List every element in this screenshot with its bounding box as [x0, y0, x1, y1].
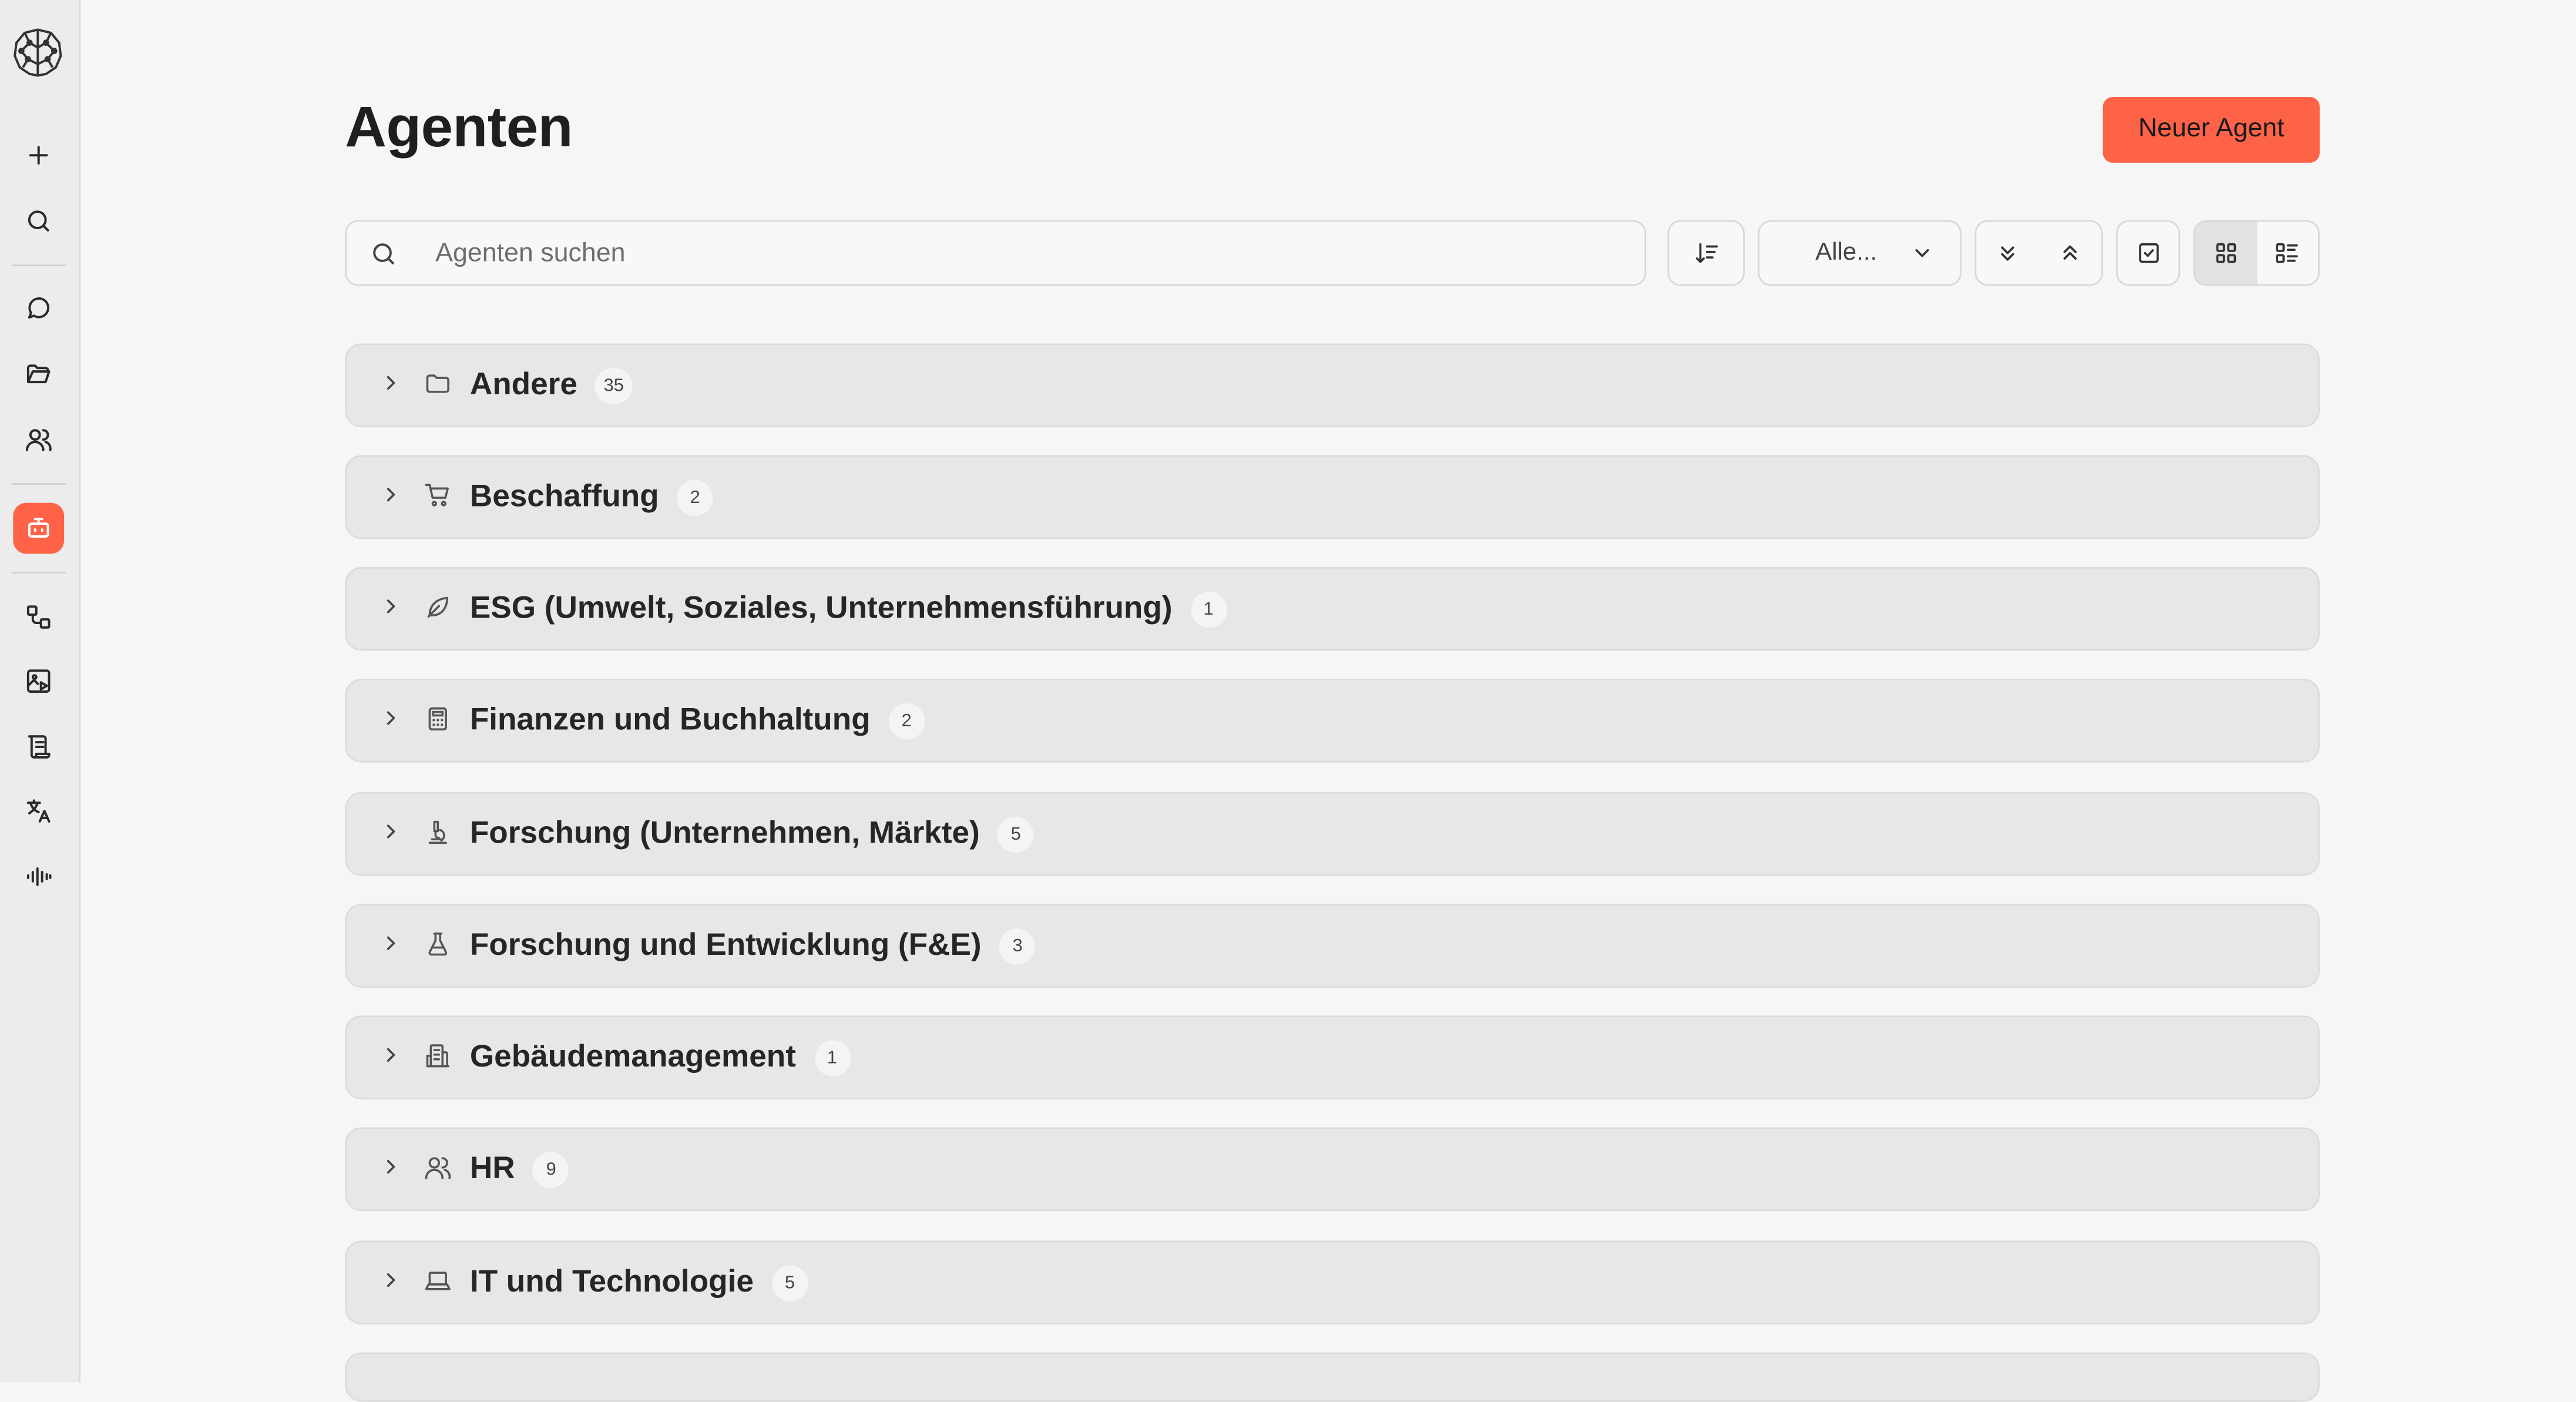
sidebar-divider [11, 483, 66, 485]
category-count-badge: 1 [814, 1039, 851, 1076]
sidebar [0, 0, 81, 1382]
users-icon [25, 429, 52, 451]
sidebar-divider [11, 572, 66, 574]
category-label: Beschaffung [469, 479, 659, 514]
sidebar-item-translate[interactable] [13, 786, 64, 837]
chevron-right-icon [387, 376, 395, 390]
category-label: Gebäudemanagement [469, 1039, 796, 1074]
translate-icon [26, 799, 51, 823]
search-icon [373, 243, 394, 264]
category-row-beschaffung[interactable]: Beschaffung 2 [345, 455, 2320, 539]
expand-all-icon[interactable] [1994, 240, 2021, 266]
calculator-icon [428, 707, 447, 731]
sort-button[interactable] [1667, 220, 1745, 286]
category-row-forschung-entwicklung[interactable]: Forschung und Entwicklung (F&E) 3 [345, 904, 2320, 988]
chevron-right-icon [387, 936, 395, 950]
category-count-badge: 1 [1190, 591, 1227, 627]
category-label: Forschung und Entwicklung (F&E) [469, 927, 982, 962]
new-chat-button[interactable] [13, 130, 64, 181]
expand-collapse-group [1974, 220, 2103, 286]
sidebar-item-media[interactable] [13, 656, 64, 707]
chevron-right-icon [387, 824, 395, 838]
select-mode-button[interactable] [2116, 220, 2181, 286]
category-label: ESG (Umwelt, Soziales, Unternehmensführu… [469, 591, 1173, 626]
search-input[interactable] [432, 222, 1622, 288]
collapse-all-icon[interactable] [2057, 240, 2083, 266]
sidebar-item-audio[interactable] [13, 851, 64, 903]
category-label: IT und Technologie [469, 1264, 754, 1299]
search-button[interactable] [13, 196, 64, 247]
view-toggle-group [2193, 220, 2320, 286]
filter-select[interactable]: Alle... [1758, 220, 1962, 286]
brain-logo-icon[interactable] [8, 23, 68, 82]
category-row-forschung-unternehmen[interactable]: Forschung (Unternehmen, Märkte) 5 [345, 791, 2320, 876]
plus-icon [29, 146, 48, 165]
folder-open-icon [26, 364, 51, 384]
audio-waveform-icon [26, 867, 52, 886]
category-label: Forschung (Unternehmen, Märkte) [469, 816, 980, 851]
category-row-andere[interactable]: Andere 35 [345, 343, 2320, 428]
chat-icon [28, 297, 50, 319]
category-count-badge: 3 [999, 927, 1036, 964]
sidebar-item-users[interactable] [13, 414, 64, 465]
sidebar-divider [11, 264, 66, 267]
category-count-badge: 5 [771, 1264, 808, 1301]
category-row-finanzen[interactable]: Finanzen und Buchhaltung 2 [345, 678, 2320, 763]
search-icon [28, 210, 49, 232]
flask-icon [428, 933, 448, 956]
chevron-right-icon [387, 599, 395, 613]
sidebar-item-projects[interactable] [13, 348, 64, 400]
workflow-icon [26, 605, 51, 629]
leaf-icon [427, 596, 448, 618]
users-icon [425, 1157, 451, 1179]
category-label: Andere [469, 367, 577, 402]
chevron-right-icon [387, 711, 395, 725]
filter-select-value: Alle... [1815, 238, 1878, 267]
sort-icon [1695, 243, 1717, 263]
chevron-right-icon [387, 488, 395, 502]
sidebar-item-workflows[interactable] [13, 592, 64, 643]
category-count-badge: 5 [998, 816, 1035, 853]
shopping-cart-icon [425, 484, 449, 507]
chevron-right-icon [387, 1273, 395, 1287]
chevron-right-icon [387, 1160, 395, 1174]
page-title: Agenten [345, 95, 573, 160]
scroll-icon [28, 735, 51, 759]
list-view-button[interactable] [2256, 222, 2318, 284]
search-box[interactable] [345, 220, 1647, 288]
category-row-gebaeudemanagement[interactable]: Gebäudemanagement 1 [345, 1015, 2320, 1099]
chevron-down-icon [1915, 249, 1929, 257]
category-count-badge: 2 [888, 702, 925, 739]
building-icon [426, 1044, 449, 1068]
category-row-it[interactable]: IT und Technologie 5 [345, 1240, 2320, 1325]
new-agent-button[interactable]: Neuer Agent [2103, 96, 2320, 163]
category-row-hr[interactable]: HR 9 [345, 1127, 2320, 1212]
category-count-badge: 2 [677, 479, 713, 515]
laptop-icon [425, 1272, 451, 1290]
bot-icon [28, 518, 49, 538]
grid-view-button[interactable] [2195, 222, 2257, 284]
category-count-badge: 35 [595, 367, 632, 404]
sidebar-item-chats[interactable] [13, 283, 64, 334]
image-play-icon [26, 669, 51, 693]
microscope-icon [428, 820, 447, 844]
square-check-icon [2138, 243, 2158, 263]
sidebar-item-agents[interactable] [13, 502, 65, 554]
category-label: Finanzen und Buchhaltung [469, 702, 871, 737]
category-count-badge: 9 [533, 1151, 569, 1188]
category-label: HR [469, 1151, 515, 1186]
sidebar-item-documents[interactable] [13, 722, 64, 773]
category-row-partial[interactable] [345, 1352, 2320, 1402]
folder-icon [426, 374, 449, 393]
chevron-right-icon [387, 1048, 395, 1062]
category-row-esg[interactable]: ESG (Umwelt, Soziales, Unternehmensführu… [345, 566, 2320, 651]
list-icon [2276, 243, 2299, 263]
grid-icon [2215, 243, 2236, 263]
